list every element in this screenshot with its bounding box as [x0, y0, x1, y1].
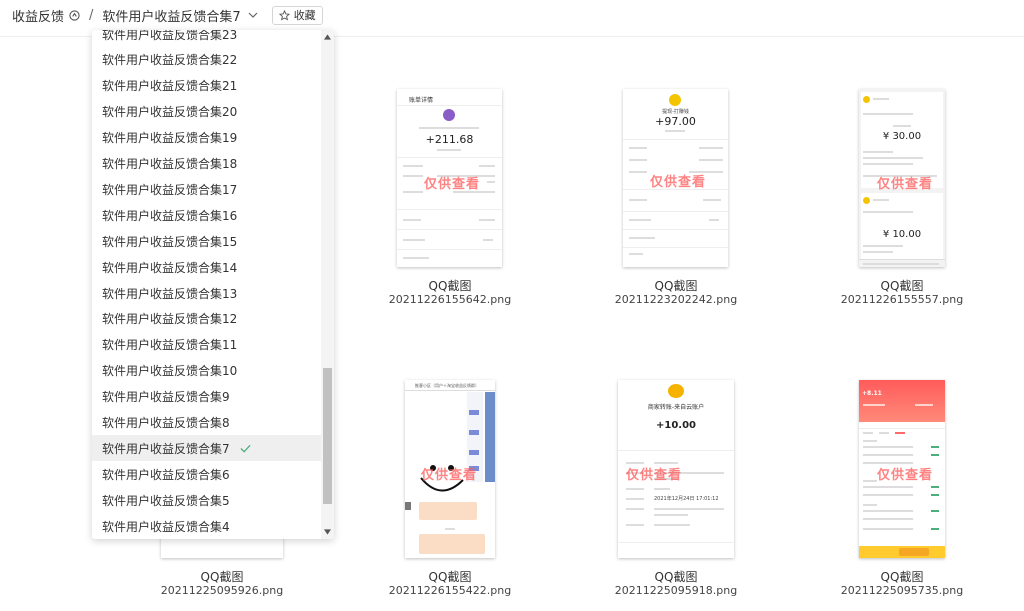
dropdown-item-label: 软件用户收益反馈合集7 [102, 441, 230, 456]
dropdown-item-label: 软件用户收益反馈合集11 [102, 338, 238, 353]
dropdown-item[interactable]: 软件用户收益反馈合集13 [92, 280, 321, 306]
file-name[interactable]: QQ截图 [350, 568, 550, 585]
file-name[interactable]: QQ截图 [576, 277, 776, 294]
file-thumbnail[interactable]: ¥ 30.00 ¥ 10.00 仅供查看 [859, 89, 945, 267]
dropdown-item[interactable]: 软件用户收益反馈合集6 [92, 461, 321, 487]
dropdown-item[interactable]: 软件用户收益反馈合集9 [92, 384, 321, 410]
file-name[interactable]: QQ截图 [802, 277, 1002, 294]
thumb-amount: +10.00 [655, 420, 696, 431]
dropdown-item[interactable]: 软件用户收益反馈合集22 [92, 47, 321, 73]
thumb-amount: ¥ 30.00 [882, 131, 922, 142]
dropdown-item-label: 软件用户收益反馈合集14 [102, 260, 238, 275]
thumb-title: 商家转账-来自云账户 [647, 404, 705, 411]
dropdown-item-label: 软件用户收益反馈合集12 [102, 312, 238, 327]
avatar [668, 384, 684, 398]
dropdown-item-label: 软件用户收益反馈合集21 [102, 79, 238, 94]
dropdown-item-label: 软件用户收益反馈合集15 [102, 234, 238, 249]
dropdown-item-label: 软件用户收益反馈合集9 [102, 390, 230, 405]
dropdown-item[interactable]: 软件用户收益反馈合集15 [92, 228, 321, 254]
file-thumbnail[interactable]: 提现-打赚钱 +97.00 仅供查看 [623, 89, 728, 267]
watermark: 仅供查看 [424, 177, 481, 192]
dropdown-item-label: 软件用户收益反馈合集22 [102, 53, 238, 68]
folder-dropdown[interactable]: 软件用户收益反馈合集23 软件用户收益反馈合集22 软件用户收益反馈合集21 软件用户… [92, 30, 334, 539]
file-filename[interactable]: 20211226155557.png [802, 293, 1002, 306]
dropdown-item[interactable]: 软件用户收益反馈合集18 [92, 151, 321, 177]
dropdown-item-label: 软件用户收益反馈合集16 [102, 208, 238, 223]
file-thumbnail[interactable]: 推客小区（用户＋淘宝收益反馈群） 仅供查看 [405, 380, 495, 558]
thumb-title: 推客小区（用户＋淘宝收益反馈群） [415, 383, 479, 388]
dropdown-item-label: 软件用户收益反馈合集17 [102, 182, 238, 197]
file-filename[interactable]: 20211225095918.png [576, 584, 776, 597]
thumb-amount: ¥ 10.00 [882, 229, 922, 240]
file-name[interactable]: QQ截图 [576, 568, 776, 585]
dropdown-item-label: 软件用户收益反馈合集19 [102, 131, 238, 146]
thumb-date: 2021年12月24日 17:01:12 [654, 496, 719, 502]
thumb-amount: +8.11 [862, 390, 882, 397]
file-filename[interactable]: 20211225095926.png [122, 584, 322, 597]
watermark: 仅供查看 [877, 177, 934, 192]
file-name[interactable]: QQ截图 [350, 277, 550, 294]
watermark: 仅供查看 [650, 175, 707, 190]
scroll-up-icon[interactable] [324, 34, 331, 40]
dropdown-item[interactable]: 软件用户收益反馈合集14 [92, 254, 321, 280]
dropdown-item-label: 软件用户收益反馈合集18 [102, 157, 238, 171]
file-name[interactable]: QQ截图 [122, 568, 322, 585]
file-thumbnail[interactable]: 账单详情 +211.68 仅供查看 [397, 89, 502, 267]
file-thumbnail[interactable]: +8.11 仅供查看 [859, 380, 945, 558]
dropdown-item-label: 软件用户收益反馈合集4 [102, 519, 230, 534]
breadcrumb-separator: / [89, 7, 94, 23]
breadcrumb-root-label: 收益反馈 [12, 9, 65, 25]
breadcrumb-root[interactable]: 收益反馈 [12, 6, 80, 25]
star-icon [278, 9, 290, 21]
dropdown-item[interactable]: 软件用户收益反馈合集12 [92, 306, 321, 332]
file-thumbnail[interactable]: 商家转账-来自云账户 +10.00 2021年12月24日 17:01:12 仅… [618, 380, 734, 558]
file-filename[interactable]: 20211223202242.png [576, 293, 776, 306]
dropdown-item[interactable]: 软件用户收益反馈合集23 [92, 30, 321, 47]
dropdown-item-selected[interactable]: 软件用户收益反馈合集7 [92, 435, 321, 462]
dropdown-item-label: 软件用户收益反馈合集5 [102, 493, 230, 508]
watermark: 仅供查看 [877, 468, 934, 483]
dropdown-item[interactable]: 软件用户收益反馈合集10 [92, 358, 321, 384]
breadcrumb-current-label: 软件用户收益反馈合集7 [102, 9, 241, 25]
file-filename[interactable]: 20211226155642.png [350, 293, 550, 306]
dropdown-item[interactable]: 软件用户收益反馈合集21 [92, 73, 321, 99]
dropdown-item-label: 软件用户收益反馈合集8 [102, 416, 230, 430]
dropdown-item[interactable]: 软件用户收益反馈合集8 [92, 410, 321, 436]
thumb-amount: +211.68 [425, 133, 474, 146]
check-icon [240, 444, 251, 453]
share-icon[interactable] [69, 9, 80, 21]
dropdown-item[interactable]: 软件用户收益反馈合集11 [92, 332, 321, 358]
dropdown-item-label: 软件用户收益反馈合集23 [102, 30, 238, 42]
scroll-down-icon[interactable] [324, 529, 331, 535]
dropdown-item[interactable]: 软件用户收益反馈合集5 [92, 487, 321, 513]
dropdown-item-label: 软件用户收益反馈合集20 [102, 105, 238, 120]
header-bar: 收益反馈 / 软件用户收益反馈合集7 收藏 [0, 0, 1024, 30]
scrollbar-thumb[interactable] [323, 368, 332, 504]
avatar [669, 94, 681, 106]
dropdown-item-label: 软件用户收益反馈合集10 [102, 364, 238, 379]
file-name[interactable]: QQ截图 [802, 568, 1002, 585]
dropdown-item[interactable]: 软件用户收益反馈合集20 [92, 99, 321, 125]
file-filename[interactable]: 20211226155422.png [350, 584, 550, 597]
avatar [443, 109, 455, 121]
thumb-title: 提现-打赚钱 [662, 109, 689, 115]
watermark: 仅供查看 [626, 468, 683, 483]
dropdown-item[interactable]: 软件用户收益反馈合集17 [92, 176, 321, 202]
file-filename[interactable]: 20211225095735.png [802, 584, 1002, 597]
chevron-down-icon[interactable] [248, 10, 258, 20]
favorite-label: 收藏 [293, 9, 316, 22]
dropdown-item-label: 软件用户收益反馈合集6 [102, 467, 230, 482]
dropdown-item-label: 软件用户收益反馈合集13 [102, 286, 238, 301]
thumb-amount: +97.00 [655, 115, 696, 128]
dropdown-item[interactable]: 软件用户收益反馈合集4 [92, 513, 321, 539]
favorite-button[interactable]: 收藏 [271, 5, 323, 25]
watermark: 仅供查看 [421, 468, 478, 483]
breadcrumb-current[interactable]: 软件用户收益反馈合集7 [102, 6, 258, 25]
thumb-title: 账单详情 [409, 97, 434, 104]
dropdown-item[interactable]: 软件用户收益反馈合集16 [92, 202, 321, 228]
dropdown-item[interactable]: 软件用户收益反馈合集19 [92, 125, 321, 151]
